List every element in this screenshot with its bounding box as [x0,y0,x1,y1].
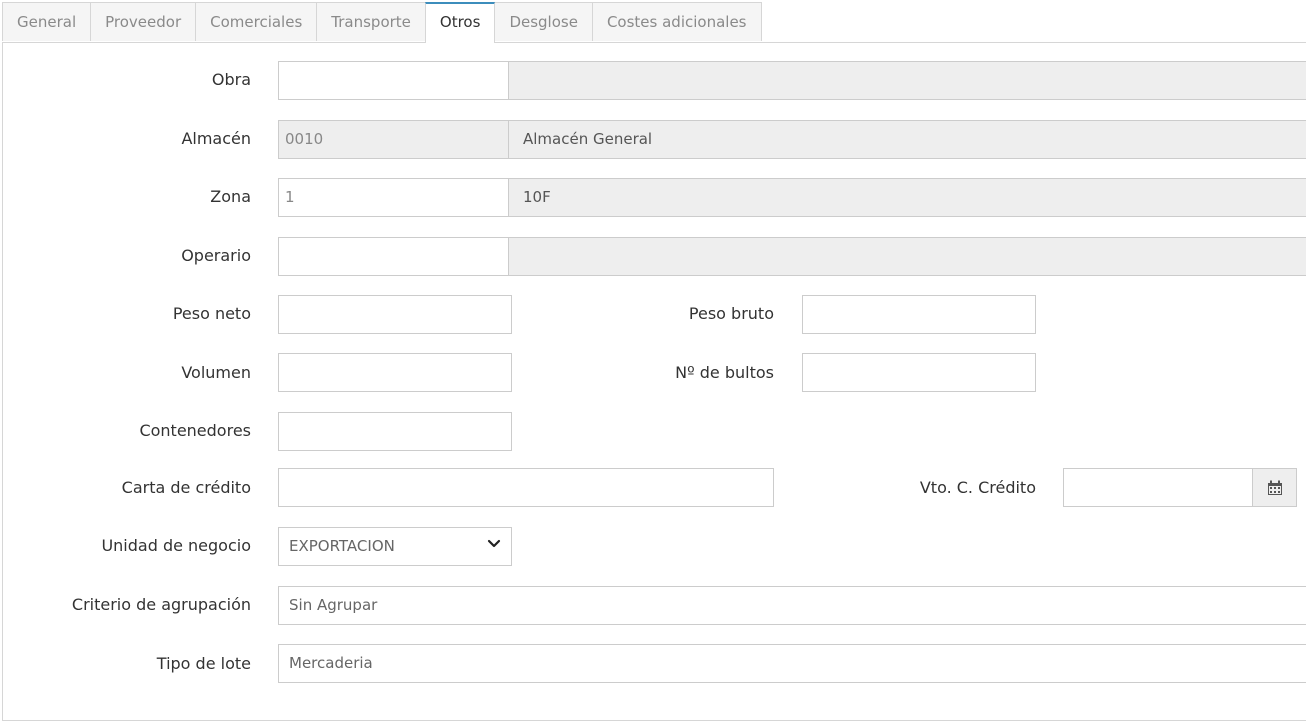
vto-credito-label: Vto. C. Crédito [919,478,1036,497]
contenedores-input[interactable] [278,412,512,451]
almacen-description-field: Almacén General [508,120,1306,159]
tipo-lote-label: Tipo de lote [156,654,251,673]
peso-neto-label: Peso neto [172,304,251,323]
tab-desglose[interactable]: Desglose [494,2,593,41]
criterio-agrupacion-label: Criterio de agrupación [71,595,251,614]
peso-bruto-input[interactable] [802,295,1036,334]
tab-costes-adicionales[interactable]: Costes adicionales [591,2,762,41]
peso-bruto-label: Peso bruto [688,304,774,323]
tab-comerciales[interactable]: Comerciales [195,2,318,41]
unidad-negocio-label: Unidad de negocio [101,536,251,555]
num-bultos-label: Nº de bultos [675,363,774,382]
operario-code-input[interactable] [278,237,509,276]
volumen-label: Volumen [181,363,251,382]
criterio-agrupacion-field[interactable]: Sin Agrupar [278,586,1306,625]
operario-label: Operario [181,246,251,265]
unidad-negocio-select[interactable]: EXPORTACION [278,527,512,566]
zona-description-field: 10F [508,178,1306,217]
calendar-icon [1268,480,1282,495]
vto-credito-date-input[interactable] [1063,468,1253,507]
operario-description-field [508,237,1306,276]
calendar-button[interactable] [1252,468,1297,507]
tipo-lote-field[interactable]: Mercaderia [278,644,1306,683]
tab-transporte[interactable]: Transporte [316,2,426,41]
zona-label: Zona [210,187,251,206]
contenedores-label: Contenedores [139,421,251,440]
almacen-label: Almacén [181,129,251,148]
obra-label: Obra [211,70,251,89]
carta-credito-input[interactable] [278,468,774,507]
chevron-down-icon [487,539,501,548]
obra-code-input[interactable] [278,61,509,100]
tab-proveedor[interactable]: Proveedor [90,2,197,41]
peso-neto-input[interactable] [278,295,512,334]
obra-description-field [508,61,1306,100]
unidad-negocio-selected-value: EXPORTACION [289,537,395,555]
volumen-input[interactable] [278,353,512,392]
tab-general[interactable]: General [2,2,92,41]
carta-credito-label: Carta de crédito [121,478,251,497]
tab-otros[interactable]: Otros [424,2,496,43]
zona-code-input[interactable]: 1 [278,178,509,217]
tab-bar: General Proveedor Comerciales Transporte… [2,2,762,43]
almacen-code-input: 0010 [278,120,509,159]
num-bultos-input[interactable] [802,353,1036,392]
